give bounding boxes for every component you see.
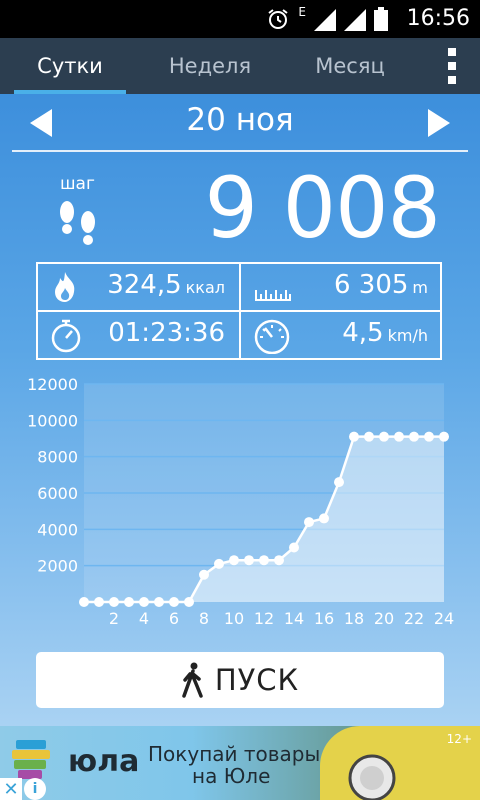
steps-summary: шаг 9 008 (0, 162, 480, 254)
tab-month[interactable]: Месяц (292, 38, 408, 94)
ad-info-icon[interactable]: i (24, 778, 46, 800)
start-button[interactable]: ПУСК (36, 652, 444, 708)
data-point (199, 569, 209, 580)
main-content: 20 ноя шаг 9 008 324,5 ккал 6 305 m 01:2… (0, 94, 480, 726)
data-point (169, 597, 179, 607)
signal-icon (314, 9, 336, 31)
data-point (94, 597, 104, 607)
duration-cell: 01:23:36 (38, 312, 239, 358)
footprints-icon (60, 201, 95, 245)
ad-close-icon[interactable]: ✕ (0, 778, 22, 800)
data-point (304, 517, 314, 528)
steps-count: 9 008 (204, 159, 441, 257)
next-day-arrow-icon[interactable] (428, 109, 450, 137)
data-point (349, 431, 359, 442)
stats-grid: 324,5 ккал 6 305 m 01:23:36 4,5 km/h (36, 262, 442, 360)
date-navigator: 20 ноя (12, 94, 468, 152)
x-tick-label: 22 (404, 609, 424, 628)
ad-slogan-line2: на Юле (192, 764, 271, 788)
distance-value-group: 6 305 m (334, 270, 428, 300)
tab-day[interactable]: Сутки (14, 38, 126, 94)
flame-icon (55, 272, 75, 302)
ad-brand: юла (68, 744, 140, 779)
status-bar: E 16:56 (0, 0, 480, 38)
speed-cell: 4,5 km/h (241, 312, 442, 358)
network-type-label: E (298, 5, 306, 19)
data-point (229, 555, 239, 566)
steps-chart-svg: 200040006000800010000120002 4 6 8 10 12 14 16 18… (27, 375, 454, 628)
data-point (379, 431, 389, 442)
data-point (139, 597, 149, 607)
distance-value: 6 305 (333, 270, 409, 300)
data-point (124, 597, 134, 607)
speed-value-group: 4,5 km/h (342, 318, 428, 348)
ad-banner[interactable]: юла Покупай товары на Юле 12+ ✕ i (0, 726, 480, 800)
status-icons: E (266, 5, 388, 31)
duration-value: 01:23:36 (108, 318, 225, 348)
status-time: 16:56 (406, 6, 470, 31)
battery-icon (374, 7, 388, 31)
x-tick-label: 16 (314, 609, 334, 628)
data-point (259, 555, 269, 566)
data-point (109, 597, 119, 607)
y-tick-label: 4000 (37, 520, 78, 539)
calories-value: 324,5 (107, 270, 182, 300)
steps-chart: 2000 4000 6000 8000 10000 12000 2 4 6 8 10 12 14 16 18… (0, 372, 480, 632)
x-tick-label: 6 (169, 609, 179, 628)
ad-age-rating: 12+ (446, 732, 472, 746)
distance-unit: m (412, 278, 428, 297)
data-point (394, 431, 404, 442)
data-point (214, 558, 224, 569)
x-tick-label: 12 (254, 609, 274, 628)
data-point (439, 431, 449, 442)
date-label: 20 ноя (186, 102, 294, 138)
speed-value: 4,5 (342, 318, 384, 348)
data-point (424, 431, 434, 442)
x-tick-label: 4 (139, 609, 149, 628)
start-button-label: ПУСК (214, 663, 300, 697)
x-tick-label: 18 (344, 609, 364, 628)
y-tick-label: 8000 (37, 448, 78, 467)
x-tick-label: 24 (434, 609, 454, 628)
x-tick-label: 14 (284, 609, 304, 628)
y-tick-label: 10000 (27, 411, 78, 430)
car-headlight-icon (348, 754, 396, 800)
x-tick-label: 10 (224, 609, 244, 628)
walking-person-icon (182, 662, 203, 698)
calories-unit: ккал (185, 278, 225, 297)
calories-cell: 324,5 ккал (38, 264, 239, 310)
distance-cell: 6 305 m (241, 264, 442, 310)
y-tick-label: 12000 (27, 375, 78, 394)
y-tick-label: 2000 (37, 557, 78, 576)
x-tick-label: 8 (199, 609, 209, 628)
data-point (79, 597, 89, 607)
speedometer-icon (254, 319, 290, 354)
data-point (364, 431, 374, 442)
tab-week[interactable]: Неделя (148, 38, 272, 94)
data-point (409, 431, 419, 442)
calories-value-group: 324,5 ккал (107, 270, 225, 300)
data-point (274, 555, 284, 566)
data-point (244, 555, 254, 566)
alarm-icon (268, 9, 289, 29)
data-point (184, 597, 194, 607)
speed-unit: km/h (387, 326, 428, 345)
tab-bar: Сутки Неделя Месяц (0, 38, 480, 94)
data-point (319, 513, 329, 524)
x-tick-label: 20 (374, 609, 394, 628)
overflow-menu-icon[interactable] (442, 48, 462, 84)
steps-label: шаг (60, 174, 95, 194)
ad-slogan-line1: Покупай товары (148, 742, 321, 766)
data-point (334, 477, 344, 488)
data-point (289, 542, 299, 553)
ruler-icon (255, 290, 291, 301)
data-point (154, 597, 164, 607)
y-tick-label: 6000 (37, 484, 78, 503)
stopwatch-icon (51, 319, 81, 353)
signal-icon-2 (344, 9, 366, 31)
x-tick-label: 2 (109, 609, 119, 628)
